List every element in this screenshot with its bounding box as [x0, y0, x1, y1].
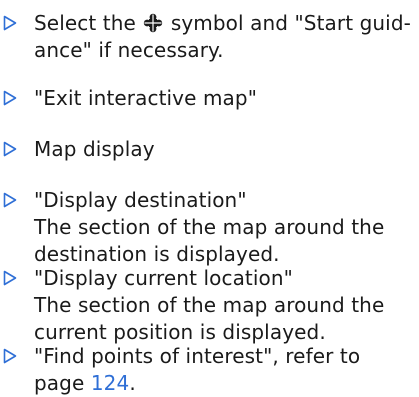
text-fragment: .	[129, 371, 136, 395]
triangle-bullet-icon	[3, 90, 17, 106]
text-line: ance" if necessary.	[34, 38, 224, 62]
triangle-bullet-icon	[3, 15, 17, 31]
text-fragment: page	[34, 371, 85, 395]
step-text: "Find points of interest", refer to page…	[34, 343, 414, 397]
text-line: The section of the map around the	[34, 293, 385, 317]
text-line: The section of the map around the	[34, 215, 385, 239]
text-line: "Display current location"	[34, 266, 293, 290]
text-fragment: Select the	[34, 11, 136, 35]
triangle-bullet-icon	[3, 141, 17, 157]
step-text: "Display current location" The section o…	[34, 265, 414, 346]
text-line: Select the symbol and "Start guid-	[34, 10, 414, 37]
text-line: current position is displayed.	[34, 320, 326, 344]
step-text: "Exit interactive map"	[34, 85, 414, 112]
step-text: Map display	[34, 136, 414, 163]
step-text: Select the symbol and "Start guid- ance"…	[34, 10, 414, 64]
text-line: "Display destination"	[34, 188, 247, 212]
triangle-bullet-icon	[3, 270, 17, 286]
triangle-bullet-icon	[3, 348, 17, 364]
text-line: Map display	[34, 137, 155, 161]
triangle-bullet-icon	[3, 192, 17, 208]
navigation-symbol-icon	[144, 13, 163, 33]
text-fragment: symbol and "Start guid-	[170, 11, 411, 35]
step-text: "Display destination" The section of the…	[34, 187, 414, 268]
page-link[interactable]: 124	[91, 371, 129, 395]
text-line: "Exit interactive map"	[34, 86, 258, 110]
text-line: destination is displayed.	[34, 242, 280, 266]
text-line: "Find points of interest", refer to	[34, 344, 361, 368]
